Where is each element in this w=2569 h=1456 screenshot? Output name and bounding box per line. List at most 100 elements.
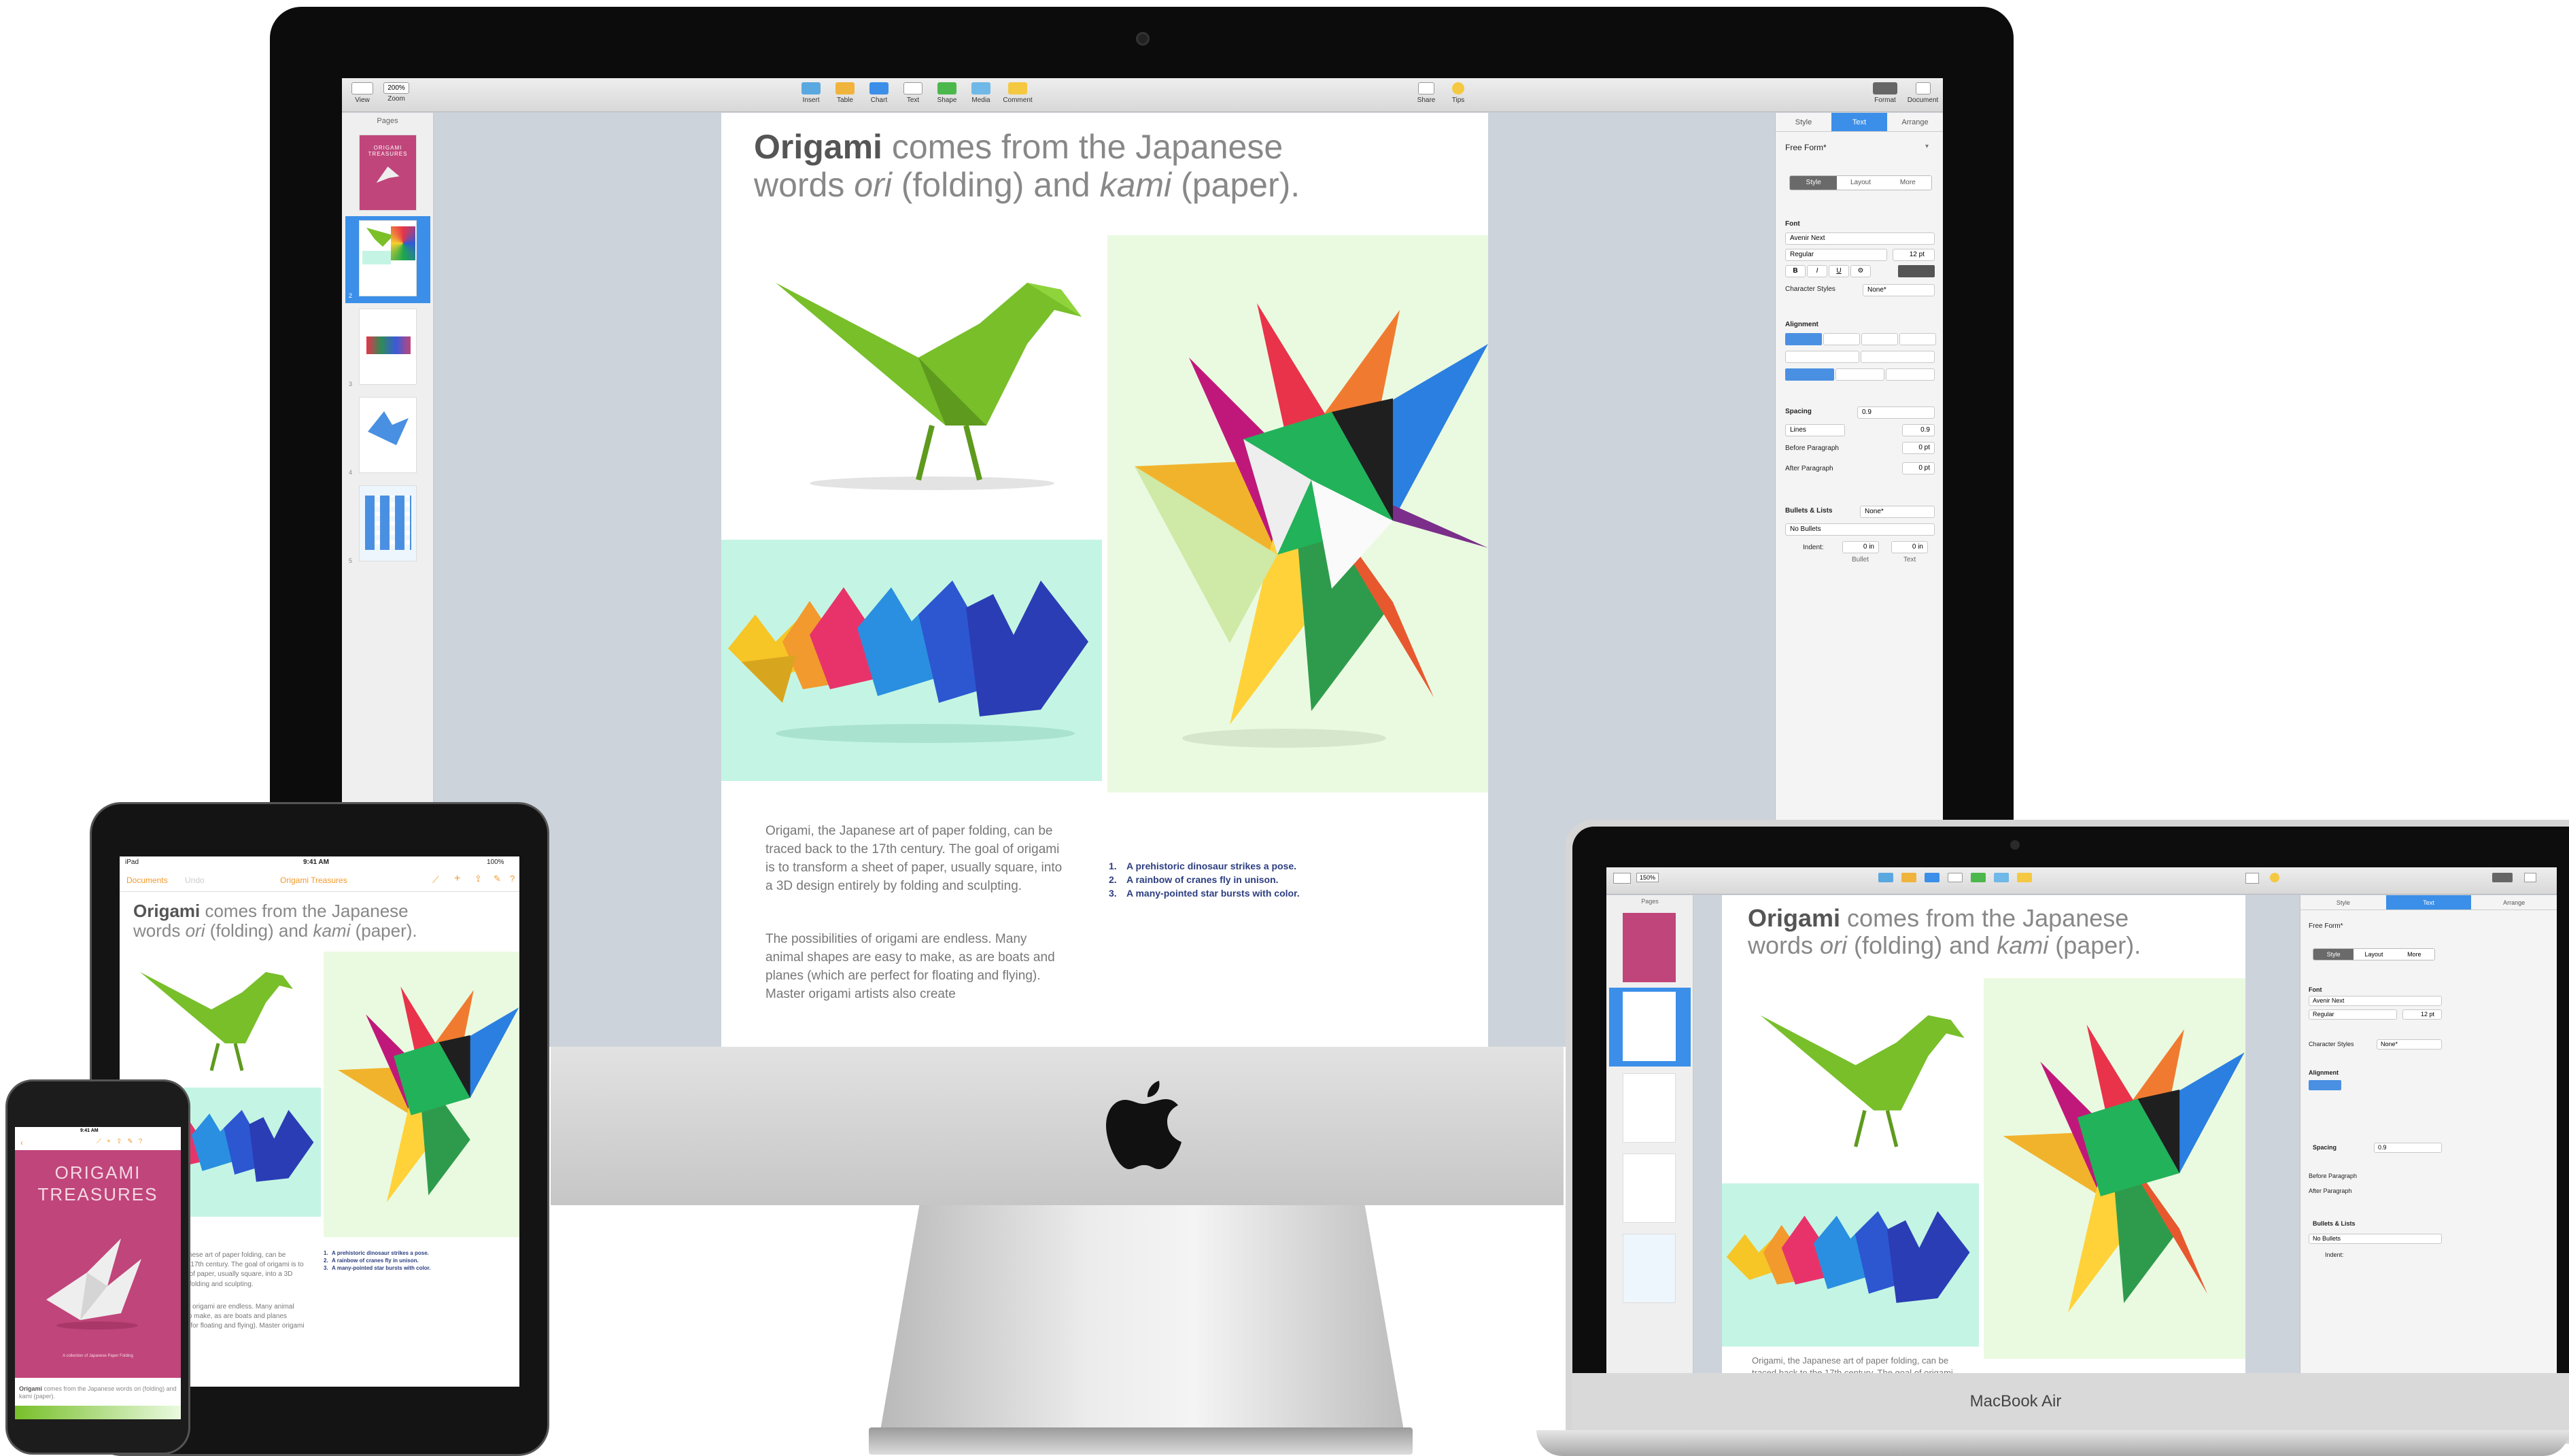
macbook-zoom-button[interactable]: 150% <box>1636 873 1659 882</box>
macbook-char-styles-select[interactable]: None* <box>2377 1039 2442 1050</box>
macbook-comment-icon[interactable] <box>2017 873 2032 882</box>
page-thumbnail-2[interactable] <box>359 220 417 296</box>
macbook-thumb-4[interactable] <box>1623 1154 1676 1223</box>
help-icon[interactable]: ? <box>510 873 515 884</box>
macbook-chart-icon[interactable] <box>1925 873 1939 882</box>
zoom-button[interactable]: 200% Zoom <box>379 82 413 103</box>
view-button[interactable]: View <box>349 82 376 104</box>
bold-button[interactable]: B <box>1785 265 1806 277</box>
lines-select[interactable]: Lines <box>1785 424 1845 436</box>
insert-button[interactable]: Insert <box>797 82 825 112</box>
shape-button[interactable]: Shape <box>933 82 961 112</box>
media-button[interactable]: Media <box>967 82 995 112</box>
after-paragraph-field[interactable]: 0 pt <box>1902 462 1935 474</box>
page-thumbnail-3[interactable] <box>359 309 417 385</box>
format-button[interactable]: Format <box>1868 82 1902 104</box>
macbook-spacing-field[interactable]: 0.9 <box>2374 1143 2442 1153</box>
macbook-thumb-5[interactable] <box>1623 1234 1676 1303</box>
imac-stand-foot <box>869 1427 1413 1455</box>
character-styles-select[interactable]: None* <box>1863 284 1935 296</box>
comment-button[interactable]: Comment <box>1001 82 1034 112</box>
spacing-field[interactable]: 0.9 <box>1857 406 1935 419</box>
valign-middle-button[interactable] <box>1835 368 1884 381</box>
ipad-dinosaur-image[interactable] <box>133 958 303 1081</box>
document-button[interactable]: Document <box>1904 82 1942 104</box>
macbook-font-select[interactable]: Avenir Next <box>2309 996 2442 1006</box>
align-right-button[interactable] <box>1861 333 1898 345</box>
macbook-share-icon[interactable] <box>2245 873 2259 884</box>
page-thumbnail-1[interactable]: ORIGAMI TREASURES <box>359 135 417 211</box>
dinosaur-image[interactable] <box>762 256 1102 500</box>
macbook-weight-select[interactable]: Regular <box>2309 1009 2397 1020</box>
chart-button[interactable]: Chart <box>865 82 893 112</box>
macbook-text-icon[interactable] <box>1948 873 1963 882</box>
view-icon <box>351 82 373 94</box>
text-button[interactable]: Text <box>899 82 927 112</box>
macbook-insert-icon[interactable] <box>1878 873 1893 882</box>
macbook-dinosaur-image[interactable] <box>1749 997 1980 1160</box>
indent-text-field[interactable]: 0 in <box>1891 541 1928 553</box>
no-bullets-select[interactable]: No Bullets <box>1785 523 1935 536</box>
macbook-base <box>1536 1430 2569 1456</box>
align-left-button[interactable] <box>1785 333 1822 345</box>
page-thumbnail-4[interactable] <box>359 397 417 473</box>
macbook-thumb-1[interactable] <box>1623 913 1676 982</box>
table-button[interactable]: Table <box>831 82 859 112</box>
tab-text[interactable]: Text <box>1831 113 1887 131</box>
paragraph-style-select[interactable]: Free Form* <box>1785 143 1827 152</box>
macbook-media-icon[interactable] <box>1994 873 2009 882</box>
font-weight-select[interactable]: Regular <box>1785 249 1887 261</box>
share-button[interactable]: Share <box>1413 82 1440 104</box>
undo-button[interactable]: Undo <box>185 876 205 885</box>
page-thumbnail-5[interactable] <box>359 485 417 561</box>
font-name-select[interactable]: Avenir Next <box>1785 232 1935 245</box>
macbook-cranes-image[interactable] <box>1722 1183 1979 1347</box>
page-number-5: 5 <box>349 557 353 564</box>
subtab-more[interactable]: More <box>1884 176 1931 190</box>
cranes-image[interactable] <box>721 540 1102 781</box>
macbook-view-button[interactable] <box>1613 873 1631 884</box>
align-justify-button[interactable] <box>1899 333 1936 345</box>
font-size-field[interactable]: 12 pt <box>1893 249 1935 261</box>
text-options-button[interactable]: ⚙ <box>1850 265 1871 277</box>
macbook-paragraph-style[interactable]: Free Form* <box>2309 922 2343 930</box>
macbook-shape-icon[interactable] <box>1971 873 1986 882</box>
macbook-tips-icon[interactable] <box>2270 873 2279 882</box>
macbook-no-bullets[interactable]: No Bullets <box>2309 1234 2442 1244</box>
align-center-button[interactable] <box>1823 333 1860 345</box>
paragraph-2: The possibilities of origami are endless… <box>765 932 1055 1001</box>
macbook-table-icon[interactable] <box>1901 873 1916 882</box>
documents-link[interactable]: Documents <box>126 876 168 885</box>
share-icon[interactable]: ⇪ <box>475 873 482 884</box>
subtab-style[interactable]: Style <box>1790 176 1838 190</box>
bullets-style-select[interactable]: None* <box>1860 506 1935 518</box>
decrease-indent-button[interactable] <box>1785 351 1859 363</box>
italic-button[interactable]: I <box>1807 265 1827 277</box>
lines-field[interactable]: 0.9 <box>1902 424 1935 436</box>
iphone-cover[interactable]: ORIGAMI TREASURES A collection of Japane… <box>15 1150 181 1378</box>
star-image[interactable] <box>1107 235 1488 793</box>
text-color-well[interactable] <box>1898 265 1935 277</box>
format-brush-icon[interactable]: ⟋ <box>432 874 439 886</box>
before-paragraph-field[interactable]: 0 pt <box>1902 442 1935 454</box>
macbook-thumb-3[interactable] <box>1623 1073 1676 1143</box>
macbook-size-field[interactable]: 12 pt <box>2402 1009 2442 1020</box>
increase-indent-button[interactable] <box>1861 351 1935 363</box>
indent-bullet-field[interactable]: 0 in <box>1842 541 1879 553</box>
ipad-star-image[interactable] <box>324 952 519 1237</box>
tab-arrange[interactable]: Arrange <box>1887 113 1943 131</box>
underline-button[interactable]: U <box>1829 265 1849 277</box>
subtab-layout[interactable]: Layout <box>1837 176 1884 190</box>
macbook-star-image[interactable] <box>1984 978 2245 1359</box>
wrench-icon[interactable]: ✎ <box>494 873 501 884</box>
valign-top-button[interactable] <box>1785 368 1834 381</box>
iphone-back-icon[interactable]: ‹ <box>20 1138 23 1147</box>
add-icon[interactable]: + <box>454 873 460 885</box>
valign-bottom-button[interactable] <box>1886 368 1935 381</box>
macbook-format-icon[interactable] <box>2492 873 2513 882</box>
macbook-document-icon[interactable] <box>2524 873 2536 882</box>
macbook-thumb-2[interactable] <box>1623 992 1676 1061</box>
macbook-align-left[interactable] <box>2309 1080 2341 1090</box>
tab-style[interactable]: Style <box>1776 113 1831 131</box>
tips-button[interactable]: Tips <box>1445 82 1472 104</box>
